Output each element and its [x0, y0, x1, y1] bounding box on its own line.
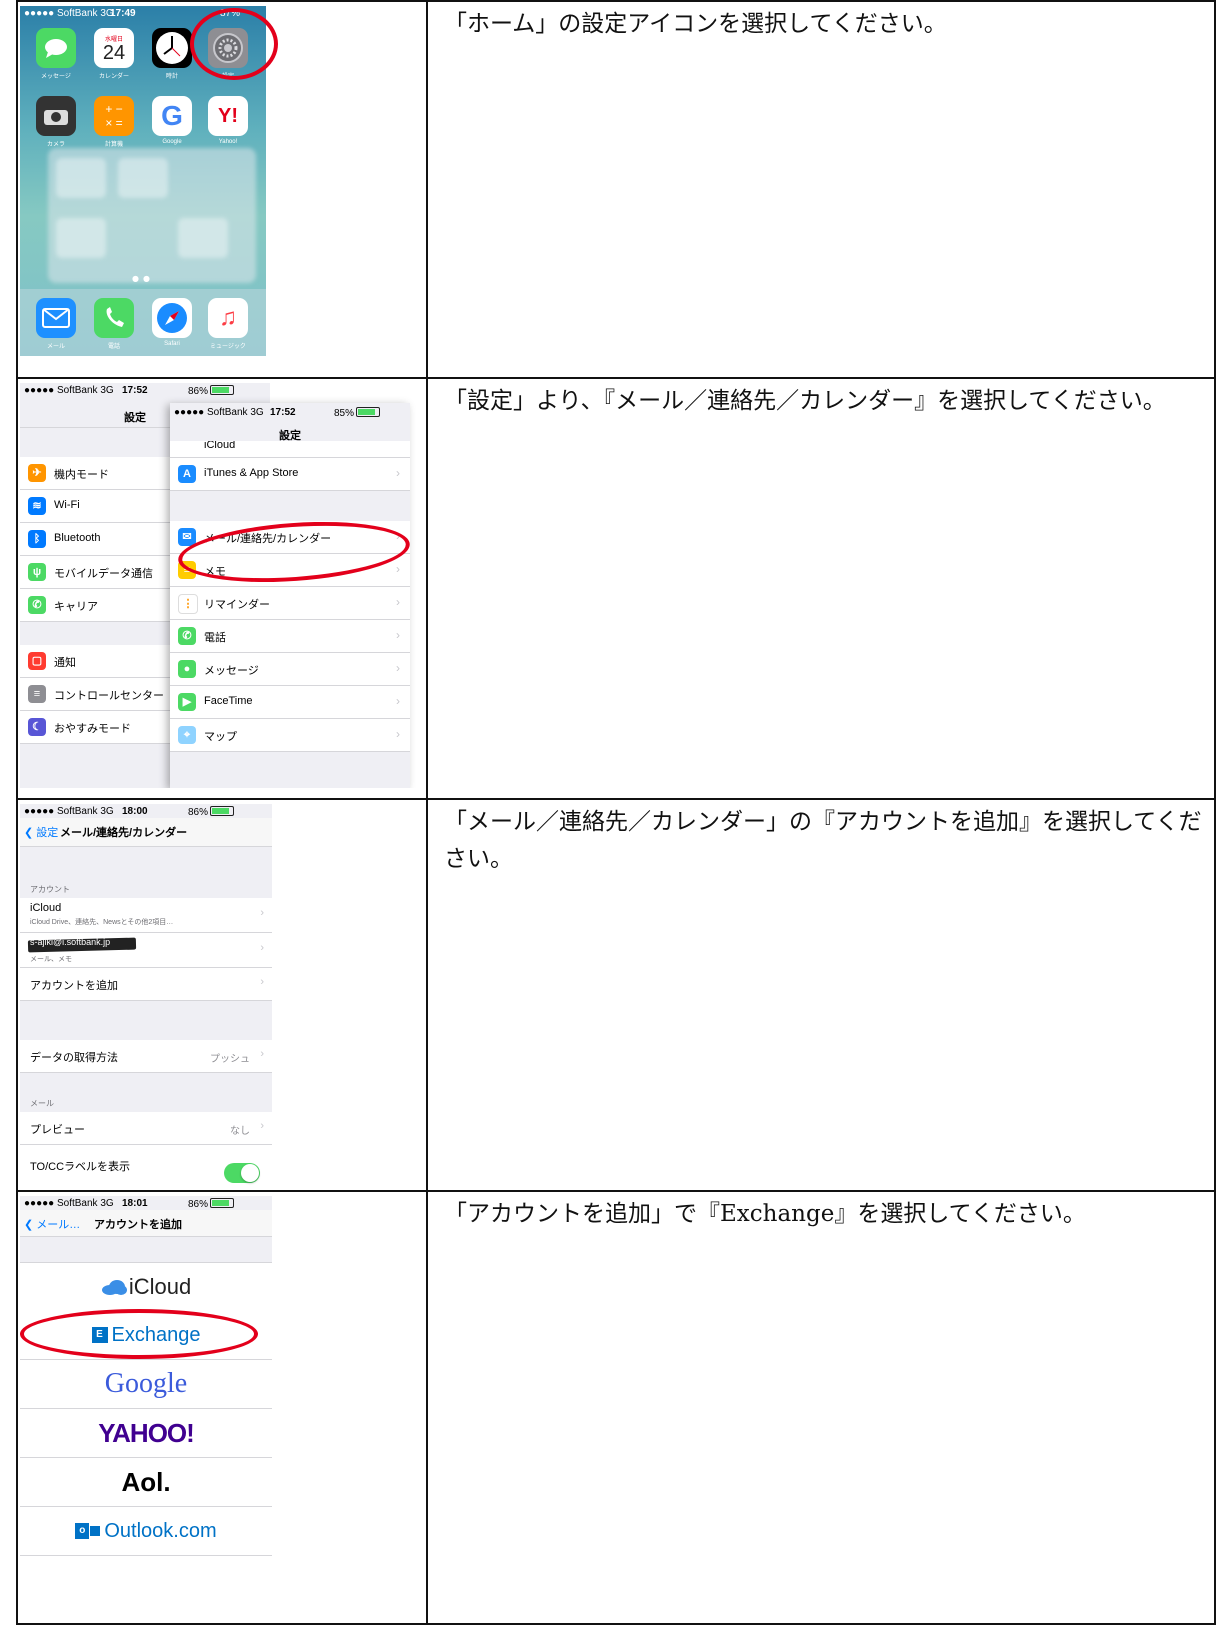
page-indicator: ●● [132, 274, 154, 283]
moon-icon: ☾ [28, 718, 46, 736]
provider-aol[interactable]: Aol. [20, 1458, 272, 1507]
notifications-icon: ▢ [28, 652, 46, 670]
time-label: 17:49 [110, 8, 136, 19]
step-2-instruction: 「設定」より、『メール／連絡先／カレンダー』を選択してください。 [444, 388, 1166, 414]
app-label: カレンダー [98, 74, 129, 80]
clock-app-icon[interactable] [152, 28, 192, 68]
facetime-icon: ▶ [178, 693, 196, 711]
app-store-icon: A [178, 465, 196, 483]
messages-icon: ● [178, 660, 196, 678]
step-row-3: ●●●●● SoftBank 3G 18:00 86% ❮ 設定 メール/連絡先… [16, 800, 1216, 1190]
maps-icon: ⌖ [178, 726, 196, 744]
app-label: 電話 [107, 344, 120, 350]
to-cc-label-row: TO/CCラベルを表示 [20, 1145, 272, 1186]
safari-app-icon[interactable] [152, 298, 192, 338]
reminders-icon: ⋮ [178, 594, 198, 614]
step-1-instruction: 「ホーム」の設定アイコンを選択してください。 [444, 11, 947, 37]
phone-icon: ✆ [178, 627, 196, 645]
wifi-icon: ≋ [28, 497, 46, 515]
section-header: アカウント [30, 885, 70, 894]
fetch-method-row[interactable]: データの取得方法 プッシュ › [20, 1040, 272, 1073]
provider-icloud[interactable]: iCloud [20, 1262, 272, 1312]
outlook-icon: o [75, 1523, 90, 1539]
settings-row-itunes[interactable]: AiTunes & App Store › [170, 458, 410, 491]
step-3-instruction: 「メール／連絡先／カレンダー」の『アカウントを追加』を選択してください。 [444, 809, 1202, 872]
app-label: 計算機 [104, 142, 123, 148]
blurred-folder [48, 148, 256, 283]
control-center-icon: ≡ [28, 685, 46, 703]
airplane-icon: ✈ [28, 464, 46, 482]
app-label: ミュージック [210, 344, 246, 350]
app-label: カメラ [46, 142, 65, 148]
settings-row-maps[interactable]: ⌖ マップ › [170, 719, 410, 752]
mail-settings-screen: ●●●●● SoftBank 3G 18:00 86% ❮ 設定 メール/連絡先… [20, 804, 272, 1186]
app-label: メッセージ [41, 74, 71, 80]
email-account-row[interactable]: s-ajiki@i.softbank.jp メール、メモ › [20, 933, 272, 968]
add-account-screenshot: ●●●●● SoftBank 3G 18:01 86% ❮ メール… アカウント… [20, 1196, 432, 1620]
phone-icon: ✆ [28, 596, 46, 614]
cloud-icon [101, 1280, 127, 1295]
provider-google[interactable]: Google [20, 1360, 272, 1409]
section-header: メール [30, 1099, 54, 1108]
step-row-4: ●●●●● SoftBank 3G 18:01 86% ❮ メール… アカウント… [16, 1192, 1216, 1623]
app-label: 時計 [165, 74, 178, 80]
step-row-2: ●●●●● SoftBank 3G 17:52 86% 設定 ✈ 機内モード ≋ W… [16, 379, 1216, 798]
back-button[interactable]: ❮ 設定 [24, 824, 58, 840]
nav-title: メール/連絡先/カレンダー [60, 827, 188, 839]
app-label: Google [162, 139, 182, 145]
music-app-icon[interactable]: ♫ [208, 298, 248, 338]
app-label: Yahoo! [218, 139, 238, 145]
settings-row-phone[interactable]: ✆ 電話 › [170, 620, 410, 653]
mail-app-icon[interactable] [36, 298, 76, 338]
back-button[interactable]: ❮ メール… [24, 1216, 80, 1232]
to-cc-toggle[interactable] [224, 1163, 260, 1183]
highlight-circle [20, 1309, 258, 1359]
highlight-circle [190, 8, 278, 80]
camera-app-icon[interactable] [36, 96, 76, 136]
bluetooth-icon: ᛒ [28, 530, 46, 548]
app-label: メール [46, 344, 65, 350]
settings-screenshot: ●●●●● SoftBank 3G 17:52 86% 設定 ✈ 機内モード ≋ W… [20, 383, 432, 788]
step-row-1: ●●●●● SoftBank 3G 17:49 87% 水曜日 24 メッセージ… [16, 2, 1216, 377]
settings-row-messages[interactable]: ● メッセージ › [170, 653, 410, 686]
app-label: Safari [164, 341, 180, 347]
settings-row-icloud[interactable]: iCloud [170, 441, 410, 458]
icloud-account-row[interactable]: iCloud iCloud Drive、連絡先、Newsとその他2項目… › [20, 898, 272, 933]
settings-row-facetime[interactable]: ▶ FaceTime › [170, 686, 410, 719]
preview-row[interactable]: プレビュー なし › [20, 1112, 272, 1145]
add-account-screen: ●●●●● SoftBank 3G 18:01 86% ❮ メール… アカウント… [20, 1196, 272, 1620]
phone-app-icon[interactable] [94, 298, 134, 338]
envelope-icon [90, 1526, 101, 1536]
settings-row-reminders[interactable]: ⋮ リマインダー › [170, 587, 410, 620]
calculator-app-icon[interactable]: + − × = [94, 96, 134, 136]
google-app-icon[interactable]: G [152, 96, 192, 136]
step-4-instruction: 「アカウントを追加」で『Exchange』を選択してください。 [444, 1201, 1086, 1227]
mail-settings-screenshot: ●●●●● SoftBank 3G 18:00 86% ❮ 設定 メール/連絡先… [20, 804, 432, 1186]
messages-app-icon[interactable] [36, 28, 76, 68]
provider-yahoo[interactable]: YAHOO! [20, 1409, 272, 1458]
instruction-table: ●●●●● SoftBank 3G 17:49 87% 水曜日 24 メッセージ… [16, 0, 1216, 1625]
yahoo-app-icon[interactable]: Y! [208, 96, 248, 136]
provider-outlook[interactable]: o Outlook.com [20, 1507, 272, 1556]
home-screen-screenshot: ●●●●● SoftBank 3G 17:49 87% 水曜日 24 メッセージ… [20, 6, 432, 356]
add-account-row[interactable]: アカウントを追加 › [20, 968, 272, 1001]
calendar-app-icon[interactable]: 水曜日 24 [94, 28, 134, 68]
nav-title: アカウントを追加 [94, 1219, 182, 1231]
cellular-icon: ψ [28, 563, 46, 581]
settings-screen-b: ●●●●● SoftBank 3G 17:52 85% 設定 iCloud Ai… [170, 403, 410, 788]
carrier-label: ●●●●● SoftBank 3G [24, 8, 114, 19]
